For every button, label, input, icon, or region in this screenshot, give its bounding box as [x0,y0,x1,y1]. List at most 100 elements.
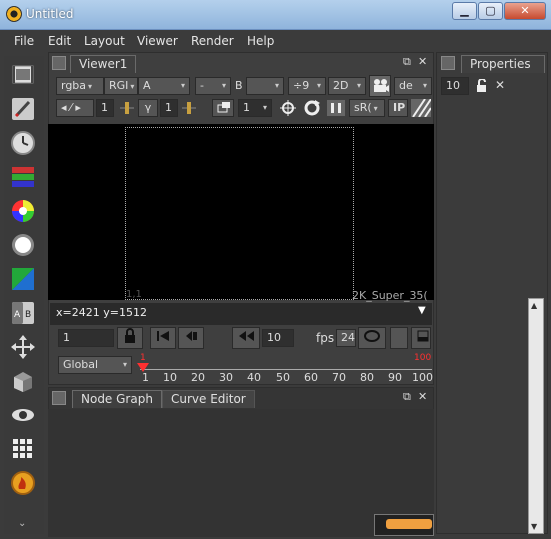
metadata-icon[interactable] [10,436,36,462]
refresh-icon[interactable] [302,99,322,117]
roi-icon[interactable] [278,99,298,117]
paint-brush-icon[interactable] [10,96,36,122]
viewer-panel-menu-handle[interactable] [52,56,66,70]
timeline-tick: 10 [163,371,177,384]
menu-help[interactable]: Help [247,34,274,48]
timeline-tick: 1 [142,371,149,384]
max-panels-field[interactable]: 10 [441,77,469,95]
timeline-tick: 20 [191,371,205,384]
menu-render[interactable]: Render [191,34,234,48]
timeline-tick: 50 [276,371,290,384]
loop-mode-icon[interactable] [358,327,386,349]
alpha-dropdown[interactable]: A ▾ [138,77,190,95]
close-window-button[interactable]: ✕ [504,2,546,20]
other-icon[interactable] [10,470,36,496]
properties-scrollbar[interactable]: ▲ ▼ [528,298,544,534]
current-frame-field[interactable]: 1 [58,329,114,347]
lock-properties-icon[interactable] [475,78,489,96]
menu-viewer[interactable]: Viewer [137,34,178,48]
channels-dropdown[interactable]: rgba ▾ [56,77,104,95]
cursor-position-readout: x=2421 y=1512 [56,306,147,319]
rgb-dropdown[interactable]: RGI ▾ [104,77,138,95]
maximize-button[interactable]: ▢ [478,2,503,20]
proxy-toggle-icon[interactable] [212,99,234,117]
timeline-tick: 70 [332,371,346,384]
colorspace-dropdown[interactable]: sR(▾ [349,99,385,117]
gain-control[interactable]: ÷9 ▾ [288,77,326,95]
merge-icon[interactable]: AB [10,300,36,326]
tab-viewer1[interactable]: Viewer1 [70,55,137,73]
timeline-tick: 100 [412,371,433,384]
window-title: Untitled [26,7,74,21]
gain-slider-icon[interactable] [118,99,136,117]
pause-icon[interactable] [326,99,346,117]
input-b-label: B [235,79,243,92]
frame-field[interactable]: 1 [96,99,114,117]
bottom-close-icon[interactable]: ✕ [418,390,427,403]
viewer-float-icon[interactable]: ⧉ [403,55,411,69]
timeline-track[interactable] [140,362,432,370]
transform-icon[interactable] [10,334,36,360]
proxy-dropdown[interactable]: 1 ▾ [238,99,272,117]
tab-properties[interactable]: Properties [461,55,545,73]
status-expand-icon[interactable]: ▼ [418,305,426,316]
lock-range-icon[interactable] [117,327,143,349]
svg-text:A: A [14,310,21,320]
color-channels-icon[interactable] [10,164,36,190]
format-boundary [125,127,354,300]
gamma-slider-icon[interactable] [180,99,198,117]
format-name-label: 2K_Super_35( [352,289,428,302]
timeline-tick: 40 [247,371,261,384]
rewind-icon[interactable] [232,327,260,349]
bottom-panel-menu-handle[interactable] [52,391,66,405]
view-mode-dropdown[interactable]: 2D ▾ [328,77,366,95]
timeline-tick: 90 [388,371,402,384]
stripes-toggle-icon[interactable] [411,98,432,118]
tab-curve-editor[interactable]: Curve Editor [162,390,255,408]
prev-keyframe-icon[interactable] [178,327,204,349]
svg-text:B: B [25,310,31,320]
camera-icon[interactable] [369,75,391,97]
timeline-tick: 60 [304,371,318,384]
filter-icon[interactable] [10,232,36,258]
gamma-field[interactable]: 1 [160,99,178,117]
menu-layout[interactable]: Layout [84,34,125,48]
color-wheel-icon[interactable] [10,198,36,224]
tab-node-graph[interactable]: Node Graph [72,390,162,408]
audio-toggle[interactable] [390,327,408,349]
viewer-status-bar: x=2421 y=1512 [50,303,432,325]
bottom-float-icon[interactable]: ⧉ [403,390,411,404]
image-icon[interactable] [10,62,36,88]
input-b-dropdown[interactable]: ▾ [246,77,284,95]
fps-label: fps [316,331,335,345]
frame-range-scope-dropdown[interactable]: Global ▾ [58,356,132,374]
toolbar-more-chevron-icon[interactable]: ⌄ [18,518,26,529]
menu-edit[interactable]: Edit [48,34,71,48]
input-process-button[interactable]: IP [388,99,408,117]
minimize-button[interactable]: ▁ [452,2,477,20]
viewer-close-icon[interactable]: ✕ [418,55,427,68]
menu-bar [0,30,551,52]
frame-step-field[interactable]: 10 [262,329,294,347]
input-a-dropdown[interactable]: - ▾ [195,77,231,95]
keyer-icon[interactable] [10,266,36,292]
node-toolbar [4,56,44,534]
clock-icon[interactable] [10,130,36,156]
frame-step-arrows[interactable]: ◂ ⁄ ▸ [56,99,94,117]
timeline-scale-icon[interactable] [411,327,431,349]
first-frame-icon[interactable] [150,327,176,349]
menu-file[interactable]: File [14,34,34,48]
gamma-label: γ [138,99,158,117]
3d-icon[interactable] [10,368,36,394]
app-logo-icon [6,6,22,22]
views-icon[interactable] [10,402,36,428]
lut-dropdown[interactable]: de ▾ [394,77,432,95]
viewer-node[interactable] [386,519,432,529]
clear-properties-icon[interactable]: ✕ [495,78,505,92]
properties-menu-handle[interactable] [441,56,455,70]
timeline-tick: 30 [219,371,233,384]
fps-field[interactable]: 24 [336,329,356,347]
format-origin-label: 1,1 [126,289,142,300]
out-point-marker[interactable]: 100 [414,353,431,363]
timeline-tick: 80 [360,371,374,384]
